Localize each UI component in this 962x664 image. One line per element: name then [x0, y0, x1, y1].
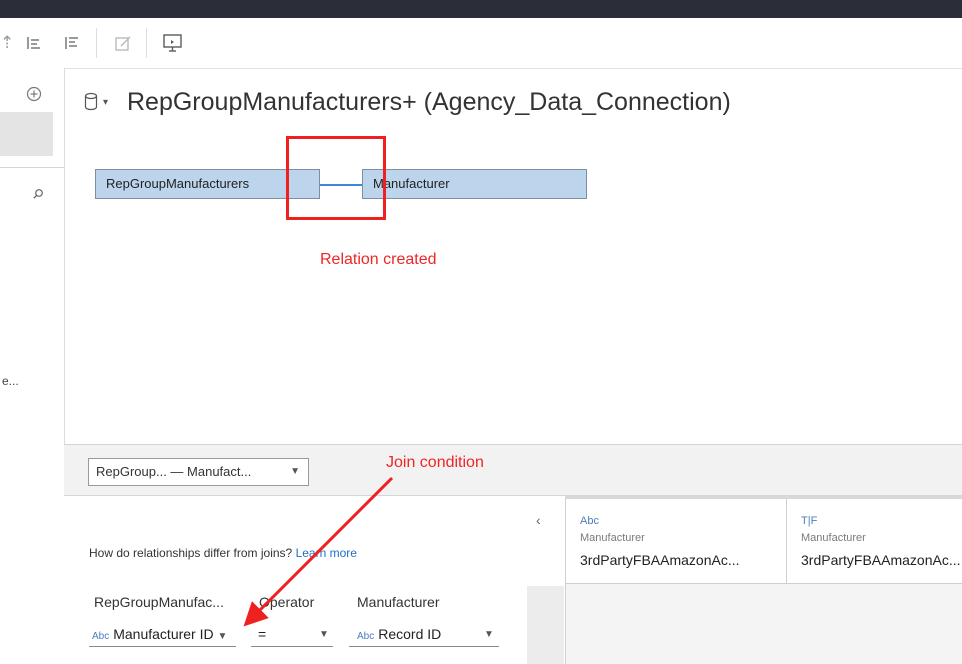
column-separator[interactable]	[786, 499, 787, 583]
preview-column-2[interactable]: T|F Manufacturer 3rdPartyFBAAmazonAc...	[801, 515, 961, 568]
preview-column-1[interactable]: Abc Manufacturer 3rdPartyFBAAmazonAc...	[580, 515, 740, 568]
column-name: 3rdPartyFBAAmazonAc...	[801, 552, 961, 568]
string-type-icon[interactable]: Abc	[580, 515, 740, 527]
column-source: Manufacturer	[580, 532, 645, 544]
column-name: 3rdPartyFBAAmazonAc...	[580, 552, 740, 568]
boolean-type-icon[interactable]: T|F	[801, 515, 961, 527]
preview-body	[566, 584, 962, 664]
column-source: Manufacturer	[801, 532, 866, 544]
